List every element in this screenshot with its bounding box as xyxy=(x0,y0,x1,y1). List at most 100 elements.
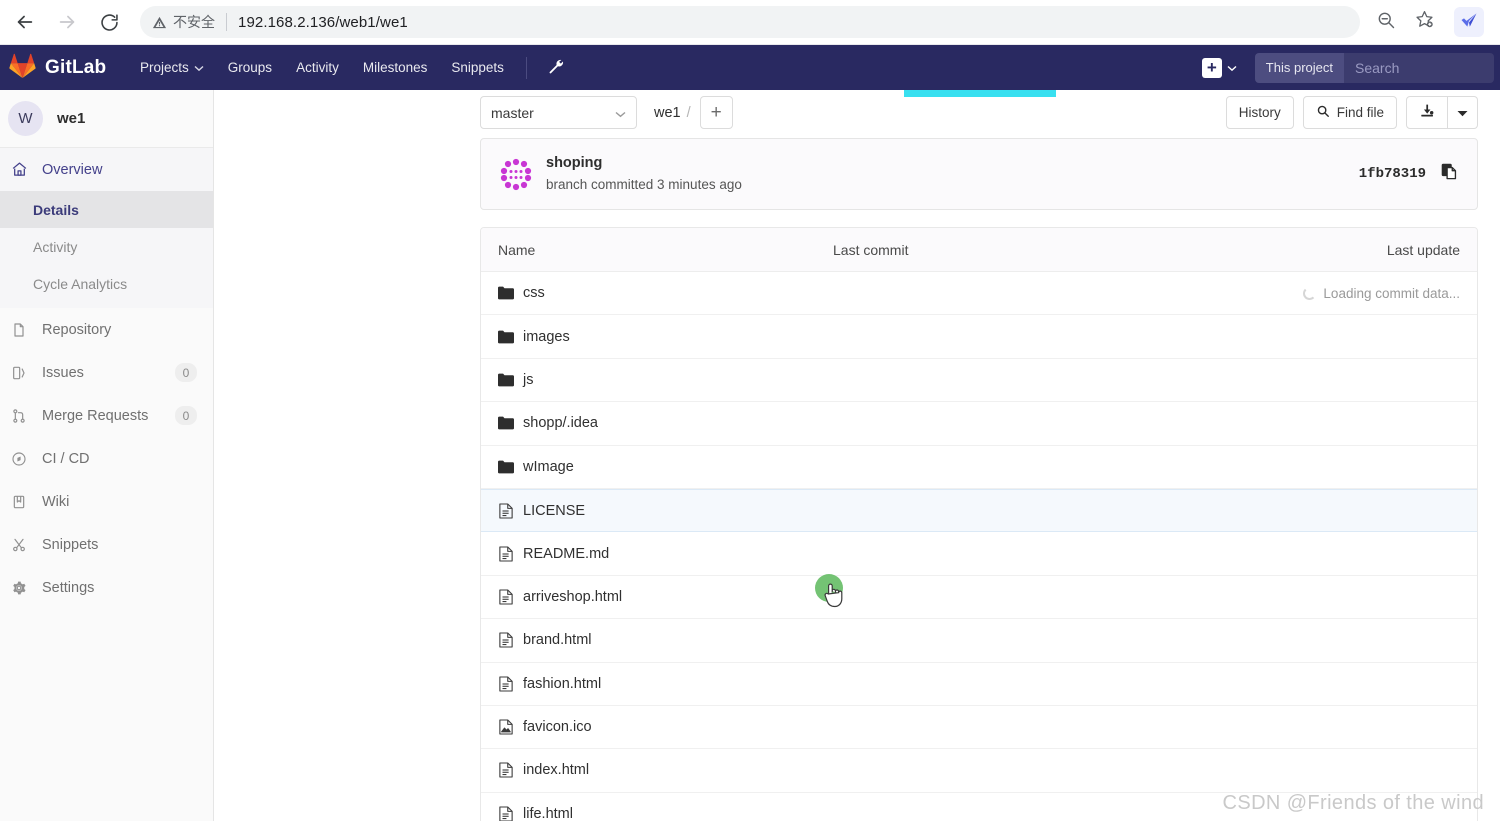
file-icon xyxy=(498,545,514,562)
breadcrumb-project[interactable]: we1 xyxy=(654,105,681,121)
loading-spinner-icon xyxy=(1303,286,1317,300)
table-row[interactable]: images xyxy=(481,315,1477,359)
sidebar-item-snippets[interactable]: Snippets xyxy=(0,523,213,566)
file-entry-name-cell[interactable]: favicon.ico xyxy=(481,719,833,735)
warning-triangle-icon xyxy=(152,15,167,30)
table-row[interactable]: js xyxy=(481,359,1477,403)
history-button-label: History xyxy=(1238,105,1281,120)
sidebar-item-details[interactable]: Details xyxy=(0,191,213,228)
search-input[interactable]: Search xyxy=(1344,52,1494,83)
navbar-right: + This project Search xyxy=(1194,52,1500,83)
commit-sha[interactable]: 1fb78319 xyxy=(1359,166,1426,182)
global-search[interactable]: This project Search xyxy=(1254,52,1494,83)
issues-count-badge: 0 xyxy=(175,363,197,382)
sidebar-item-snippets-label: Snippets xyxy=(42,536,99,553)
file-entry-label: life.html xyxy=(523,805,573,821)
sidebar-item-issues[interactable]: Issues 0 xyxy=(0,351,213,394)
file-entry-name-cell[interactable]: js xyxy=(481,372,833,388)
file-entry-name-cell[interactable]: index.html xyxy=(481,762,833,778)
table-row[interactable]: css Loading commit data... xyxy=(481,272,1477,316)
history-button[interactable]: History xyxy=(1225,96,1294,129)
nav-item-groups[interactable]: Groups xyxy=(216,54,284,81)
wiki-icon xyxy=(10,494,28,510)
find-file-button[interactable]: Find file xyxy=(1302,96,1397,129)
admin-area-button[interactable] xyxy=(537,51,574,85)
file-entry-name-cell[interactable]: images xyxy=(481,329,833,345)
back-button[interactable] xyxy=(8,5,42,39)
ci-cd-icon xyxy=(10,451,28,467)
table-row[interactable]: index.html xyxy=(481,749,1477,793)
nav-item-milestones[interactable]: Milestones xyxy=(351,54,440,81)
breadcrumb-separator: / xyxy=(686,104,691,121)
loading-commit-data-text: Loading commit data... xyxy=(1323,285,1460,301)
file-entry-name-cell[interactable]: README.md xyxy=(481,546,833,562)
extension-button[interactable] xyxy=(1454,7,1484,37)
add-to-tree-button[interactable]: + xyxy=(699,96,733,129)
zoom-out-button[interactable] xyxy=(1370,6,1402,38)
address-bar[interactable]: 不安全 192.168.2.136/web1/we1 xyxy=(140,6,1360,38)
file-entry-name-cell[interactable]: css xyxy=(481,285,833,301)
file-entry-label: images xyxy=(523,328,570,345)
file-entry-name-cell[interactable]: wImage xyxy=(481,459,833,475)
browser-actions xyxy=(1370,6,1500,38)
table-row[interactable]: favicon.ico xyxy=(481,706,1477,750)
chevron-down-icon xyxy=(615,105,626,121)
file-icon xyxy=(498,632,514,648)
search-scope-badge[interactable]: This project xyxy=(1254,52,1344,83)
table-row[interactable]: wImage xyxy=(481,446,1477,489)
file-entry-name-cell[interactable]: shopp/.idea xyxy=(481,415,833,431)
last-commit-card: shoping branch committed 3 minutes ago 1… xyxy=(480,138,1478,210)
sidebar-item-wiki[interactable]: Wiki xyxy=(0,480,213,523)
bookmark-button[interactable] xyxy=(1408,6,1440,38)
sidebar-item-merge-requests[interactable]: Merge Requests 0 xyxy=(0,394,213,437)
forward-button[interactable] xyxy=(50,5,84,39)
file-icon xyxy=(498,806,514,821)
table-row[interactable]: shopp/.idea xyxy=(481,402,1477,446)
new-item-button[interactable]: + xyxy=(1194,54,1245,82)
sidebar-item-repository[interactable]: Repository xyxy=(0,308,213,351)
table-row[interactable]: arriveshop.html xyxy=(481,576,1477,620)
project-avatar: W xyxy=(8,101,43,136)
nav-item-activity-label: Activity xyxy=(296,60,339,75)
gitlab-top-navbar: GitLab Projects Groups Activity Mileston… xyxy=(0,45,1500,90)
nav-item-activity[interactable]: Activity xyxy=(284,54,351,81)
file-entry-name-cell[interactable]: life.html xyxy=(481,806,833,821)
file-entry-name-cell[interactable]: fashion.html xyxy=(481,676,833,692)
download-button[interactable] xyxy=(1406,96,1448,129)
branch-selector[interactable]: master xyxy=(480,96,637,129)
sidebar-item-merge-requests-label: Merge Requests xyxy=(42,407,149,424)
browser-toolbar: 不安全 192.168.2.136/web1/we1 xyxy=(0,0,1500,45)
gitlab-home-link[interactable]: GitLab xyxy=(0,53,110,83)
nav-item-projects[interactable]: Projects xyxy=(128,54,216,81)
folder-icon xyxy=(498,329,514,345)
sidebar-project-header[interactable]: W we1 xyxy=(0,90,213,148)
file-icon xyxy=(498,503,514,519)
table-row[interactable]: README.md xyxy=(481,532,1477,576)
reload-button[interactable] xyxy=(92,5,126,39)
table-row[interactable]: fashion.html xyxy=(481,663,1477,706)
file-entry-name-cell[interactable]: brand.html xyxy=(481,632,833,648)
file-entry-name-cell[interactable]: LICENSE xyxy=(481,503,833,519)
table-row[interactable]: brand.html xyxy=(481,619,1477,663)
file-entry-name-cell[interactable]: arriveshop.html xyxy=(481,589,833,605)
chevron-down-icon xyxy=(194,60,204,75)
wrench-icon xyxy=(547,57,564,79)
sidebar-item-activity[interactable]: Activity xyxy=(0,228,213,265)
sidebar-item-settings[interactable]: Settings xyxy=(0,566,213,609)
forward-arrow-icon xyxy=(56,11,78,33)
nav-item-snippets[interactable]: Snippets xyxy=(439,54,516,81)
commit-author-name[interactable]: shoping xyxy=(546,153,742,175)
sidebar-item-ci-cd[interactable]: CI / CD xyxy=(0,437,213,480)
chevron-down-icon xyxy=(1457,105,1468,120)
file-icon xyxy=(498,676,514,692)
copy-icon[interactable] xyxy=(1440,162,1459,186)
issues-icon xyxy=(10,365,28,381)
security-indicator[interactable]: 不安全 xyxy=(152,12,215,32)
table-row[interactable]: LICENSE xyxy=(481,488,1477,533)
gitlab-wordmark: GitLab xyxy=(45,56,107,78)
download-dropdown-button[interactable] xyxy=(1448,96,1478,129)
sidebar-item-cycle-analytics[interactable]: Cycle Analytics xyxy=(0,265,213,302)
sidebar-item-overview[interactable]: Overview xyxy=(0,148,213,191)
sidebar-item-cycle-analytics-label: Cycle Analytics xyxy=(33,275,128,292)
home-icon xyxy=(10,161,28,178)
